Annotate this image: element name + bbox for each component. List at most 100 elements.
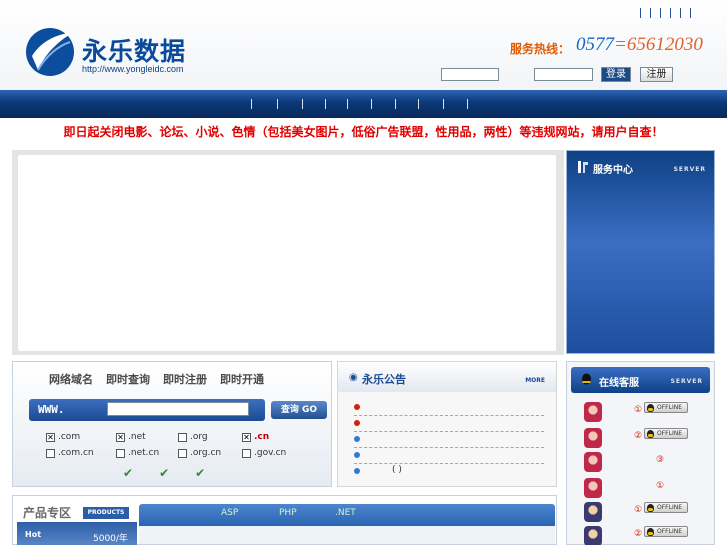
tld-option-net[interactable]: ✕ .net [116,432,146,442]
service-agent[interactable]: ① [582,478,710,500]
domain-query-button[interactable]: 查询 GO [271,401,327,419]
avatar-icon [584,452,602,472]
service-center-tag: SERVER [673,166,706,173]
announcement-item[interactable]: ( ) [354,465,544,480]
top-link-divider [690,8,691,18]
password-input[interactable] [534,68,593,81]
top-link-divider [680,8,681,18]
domain-search-panel: 网络域名 即时查询 即时注册 即时开通 WWW. 查询 GO ✕ .com ✕ .n… [12,361,332,487]
domain-tabs: 网络域名 即时查询 即时注册 即时开通 [49,371,264,387]
top-link-divider [640,8,641,18]
service-agent[interactable]: ③ [582,452,710,474]
offline-badge[interactable]: OFFLINE [644,526,688,537]
tld-option-org[interactable]: .org [178,432,208,442]
offline-badge[interactable]: OFFLINE [644,428,688,439]
top-link-divider [650,8,651,18]
avatar-icon [584,428,602,448]
page: 永乐数据 http://www.yongleidc.com 服务热线： 0577… [0,0,727,545]
banner-area[interactable] [18,155,556,351]
offline-badge[interactable]: OFFLINE [644,402,688,413]
service-agent[interactable]: ② OFFLINE [582,526,710,545]
broadcast-icon: ◉ [349,372,358,383]
check-icon[interactable]: ✔ [195,466,205,480]
product-price: 5000/年 [93,534,128,544]
tab-instant-open[interactable]: 即时开通 [220,371,264,387]
online-service-tag: SERVER [670,378,703,385]
online-service-panel: 在线客服 SERVER ① OFFLINE ② OFFLINE ③ ① ① OF… [566,361,715,545]
tld-option-gov-cn[interactable]: .gov.cn [242,448,286,458]
online-service-header: 在线客服 SERVER [571,367,710,393]
avatar-icon [584,478,602,498]
tld-option-org-cn[interactable]: .org.cn [178,448,221,458]
check-icon[interactable]: ✔ [123,466,133,480]
nav-divider [395,99,396,109]
hot-badge: Hot [25,530,42,539]
service-agent[interactable]: ① OFFLINE [582,402,710,424]
banner-frame [12,150,564,355]
nav-divider [443,99,444,109]
avatar-icon [584,502,602,522]
bullet-icon [354,404,360,410]
logo-icon [26,28,74,76]
check-icon[interactable]: ✔ [159,466,169,480]
service-center-panel: 服务中心 SERVER [566,150,715,354]
qq-icon [647,404,654,412]
main-nav [0,90,727,118]
tld-option-com-cn[interactable]: .com.cn [46,448,94,458]
tab-asp[interactable]: ASP [221,508,238,518]
tools-icon [578,161,588,173]
announcement-panel: ◉ 永乐公告 MORE ( ) [337,361,557,487]
avatar-icon [584,526,602,545]
products-tag: PRODUCTS [83,507,129,519]
announcement-header: ◉ 永乐公告 MORE [338,362,556,392]
online-service-title: 在线客服 [599,378,639,389]
announcement-item[interactable] [354,450,544,464]
tld-option-net-cn[interactable]: .net.cn [116,448,159,458]
checkbox[interactable] [242,448,251,458]
agent-number: ① [634,405,643,415]
nav-divider [347,99,348,109]
qq-icon [582,373,591,385]
announcement-item[interactable] [354,418,544,432]
announcement-date: ( ) [392,465,402,475]
tab-dotnet[interactable]: .NET [335,508,356,518]
checkbox[interactable] [116,448,125,458]
nav-divider [302,99,303,109]
tab-instant-query[interactable]: 即时查询 [106,371,150,387]
qq-icon [647,430,654,438]
tab-instant-register[interactable]: 即时注册 [163,371,207,387]
tld-option-com[interactable]: ✕ .com [46,432,80,442]
agent-number: ① [634,505,643,515]
bullet-icon [354,436,360,442]
tab-php[interactable]: PHP [279,508,297,518]
service-agent[interactable]: ② OFFLINE [582,428,710,450]
nav-divider [418,99,419,109]
policy-notice: 即日起关闭电影、论坛、小说、色情（包括美女图片，低俗广告联盟，性用品，两性）等违… [63,125,664,139]
checkbox-checked[interactable]: ✕ [242,432,251,442]
tab-domain[interactable]: 网络域名 [49,371,93,387]
username-input[interactable] [441,68,499,81]
login-button[interactable]: 登录 [601,67,631,82]
checkbox[interactable] [178,432,187,442]
nav-divider [251,99,252,109]
qq-icon [647,528,654,536]
brand-name: 永乐数据 [82,37,187,66]
checkbox[interactable] [46,448,55,458]
checkbox-checked[interactable]: ✕ [46,432,55,442]
service-agent[interactable]: ① OFFLINE [582,502,710,524]
domain-input[interactable] [107,402,249,416]
more-link[interactable]: MORE [525,377,545,384]
checkbox-checked[interactable]: ✕ [116,432,125,442]
agent-number: ② [634,431,643,441]
offline-badge[interactable]: OFFLINE [644,502,688,513]
product-tabs: ASP PHP .NET [139,504,555,526]
hotline-prefix: 0577 [576,34,614,55]
register-button[interactable]: 注册 [640,67,673,82]
tld-option-cn[interactable]: ✕ .cn [242,432,269,442]
nav-divider [371,99,372,109]
announcement-item[interactable] [354,402,544,416]
hot-product[interactable]: Hot 5000/年 [17,522,137,545]
www-label: WWW. [38,403,65,416]
announcement-item[interactable] [354,434,544,448]
checkbox[interactable] [178,448,187,458]
